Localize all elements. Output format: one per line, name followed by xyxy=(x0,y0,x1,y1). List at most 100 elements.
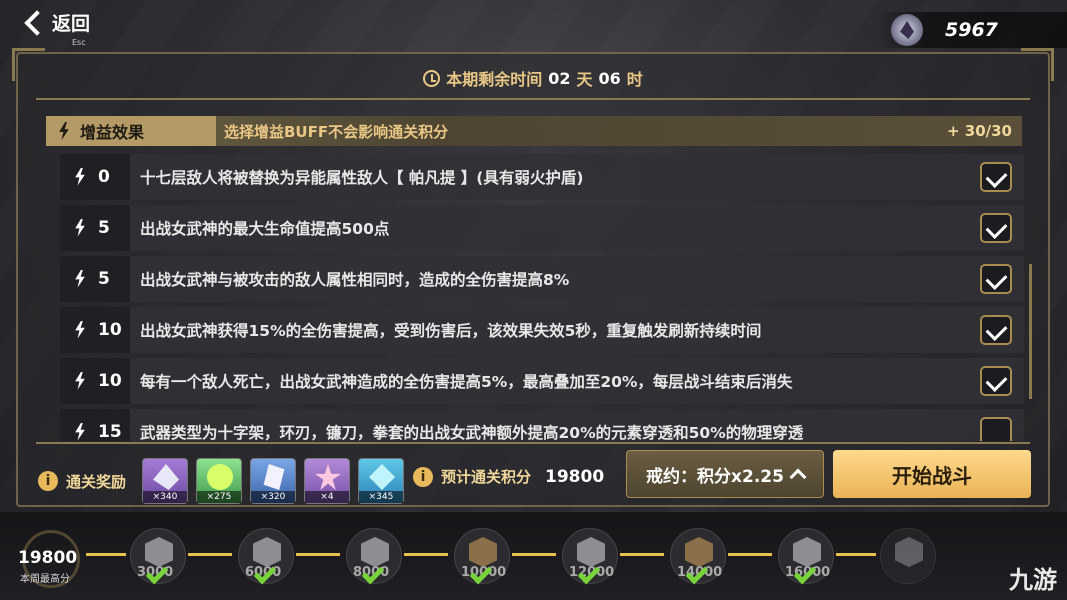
checkbox[interactable] xyxy=(980,365,1012,396)
scrollbar[interactable] xyxy=(1029,264,1032,399)
buff-text: 武器类型为十字架，环刃，镰刀，拳套的出战女武神额外提高20%的元素穿透和50%的… xyxy=(130,408,968,441)
checkbox[interactable] xyxy=(980,314,1012,345)
buff-row[interactable]: 10 每有一个敌人死亡，出战女武神造成的全伤害提高5%，最高叠加至20%，每层战… xyxy=(60,355,1024,406)
checkbox[interactable] xyxy=(980,212,1012,243)
buff-cost: 5 xyxy=(60,255,130,302)
buff-cost-value: 10 xyxy=(98,319,122,340)
checkbox[interactable] xyxy=(980,161,1012,192)
milestone-node[interactable]: 16000 xyxy=(778,528,834,585)
reward-item[interactable]: ×4 xyxy=(304,458,351,504)
rewards-label: 通关奖励 xyxy=(66,472,127,491)
buff-cost-value: 0 xyxy=(98,166,110,187)
reward-qty: ×345 xyxy=(359,491,404,503)
buff-row[interactable]: 0 十七层敌人将被替换为异能属性敌人【 帕凡提 】(具有弱火护盾) xyxy=(60,151,1024,202)
milestone-node[interactable]: 10000 xyxy=(454,528,510,585)
milestone-node[interactable]: 8000 xyxy=(346,528,402,585)
buff-cost: 10 xyxy=(60,306,130,353)
back-hint: Esc xyxy=(72,38,86,47)
milestone-node[interactable]: 12000 xyxy=(562,528,618,585)
milestone-node[interactable]: 14000 xyxy=(670,528,726,585)
buff-row[interactable]: 10 出战女武神获得15%的全伤害提高，受到伤害后，该效果失效5秒，重复触发刷新… xyxy=(60,304,1024,355)
checkbox[interactable] xyxy=(980,263,1012,294)
start-label: 开始战斗 xyxy=(892,463,972,488)
watermark: 九游 xyxy=(1009,566,1057,594)
green-disc-icon xyxy=(207,464,234,490)
buff-description: 选择增益BUFF不会影响通关积分 xyxy=(224,122,449,141)
buff-text: 每有一个敌人死亡，出战女武神造成的全伤害提高5%，最高叠加至20%，每层战斗结束… xyxy=(130,357,968,404)
buff-row[interactable]: 15 武器类型为十字架，环刃，镰刀，拳套的出战女武神额外提高20%的元素穿透和5… xyxy=(60,406,1024,441)
track-line xyxy=(728,553,772,556)
buff-header: 增益效果 选择增益BUFF不会影响通关积分 + 30/30 xyxy=(46,116,1022,146)
buff-title-tab: 增益效果 xyxy=(46,116,216,146)
chevron-up-icon xyxy=(789,468,807,486)
currency-value: 5967 xyxy=(945,19,998,41)
buff-cost: 15 xyxy=(60,408,130,442)
timer-hour-unit: 时 xyxy=(626,70,643,89)
buff-text: 出战女武神获得15%的全伤害提高，受到伤害后，该效果失效5秒，重复触发刷新持续时… xyxy=(130,306,968,353)
divider xyxy=(36,442,1030,444)
back-button[interactable]: 返回 Esc xyxy=(22,8,91,48)
buff-cost: 5 xyxy=(60,204,130,251)
bolt-icon xyxy=(75,422,85,441)
rewards-section: i 通关奖励 ×340 ×275 ×320 ×4 ×345 xyxy=(38,458,405,504)
timer-label: 本期剩余时间 xyxy=(446,70,543,89)
buff-checkbox-cell[interactable] xyxy=(968,204,1024,251)
bolt-icon xyxy=(75,371,85,390)
track-line xyxy=(512,553,556,556)
buff-list[interactable]: 0 十七层敌人将被替换为异能属性敌人【 帕凡提 】(具有弱火护盾) 5 出战女武… xyxy=(60,151,1024,441)
reward-qty: ×4 xyxy=(305,491,350,503)
buff-checkbox-cell[interactable] xyxy=(968,357,1024,404)
reward-item[interactable]: ×340 xyxy=(142,458,189,504)
track-line xyxy=(836,553,876,556)
timer-hours: 06 xyxy=(598,68,621,88)
buff-row[interactable]: 5 出战女武神与被攻击的敌人属性相同时，造成的全伤害提高8% xyxy=(60,253,1024,304)
crystal-icon xyxy=(891,14,923,46)
blue-crystal-icon xyxy=(369,464,396,490)
milestone-node[interactable] xyxy=(880,528,936,584)
buff-checkbox-cell[interactable] xyxy=(968,255,1024,302)
track-line xyxy=(620,553,664,556)
track-line xyxy=(86,553,126,556)
bolt-icon xyxy=(75,320,85,339)
buff-cost: 10 xyxy=(60,357,130,404)
buff-cost: 0 xyxy=(60,153,130,200)
chevron-left-icon xyxy=(22,8,42,36)
start-battle-button[interactable]: 开始战斗 xyxy=(833,450,1031,498)
chest-icon xyxy=(895,537,923,567)
clock-icon xyxy=(423,69,441,87)
pact-button[interactable]: 戒约：积分x2.25 xyxy=(626,450,824,498)
buff-checkbox-cell[interactable] xyxy=(968,408,1024,441)
buff-cost-value: 5 xyxy=(98,217,110,238)
checkbox[interactable] xyxy=(980,416,1012,441)
buff-checkbox-cell[interactable] xyxy=(968,153,1024,200)
buff-text: 出战女武神的最大生命值提高500点 xyxy=(130,204,968,251)
back-label: 返回 xyxy=(52,12,91,35)
buff-count: + 30/30 xyxy=(946,122,1012,140)
milestone-node[interactable]: 3000 xyxy=(130,528,186,585)
reward-item[interactable]: ×275 xyxy=(196,458,243,504)
buff-cost-value: 15 xyxy=(98,421,122,442)
buff-text: 十七层敌人将被替换为异能属性敌人【 帕凡提 】(具有弱火护盾) xyxy=(130,153,968,200)
milestone-node[interactable]: 6000 xyxy=(238,528,294,585)
timer-day-unit: 天 xyxy=(576,70,593,89)
buff-text: 出战女武神与被攻击的敌人属性相同时，造成的全伤害提高8% xyxy=(130,255,968,302)
buff-title: 增益效果 xyxy=(80,123,145,142)
weekly-best: 19800 本周最高分 xyxy=(14,530,84,590)
bolt-icon xyxy=(75,269,85,288)
reward-item[interactable]: ×345 xyxy=(358,458,405,504)
reward-item[interactable]: ×320 xyxy=(250,458,297,504)
reward-qty: ×320 xyxy=(251,491,296,503)
pact-label: 戒约：积分x2.25 xyxy=(646,466,784,487)
bolt-icon xyxy=(75,218,85,237)
info-icon[interactable]: i xyxy=(38,471,58,491)
buff-checkbox-cell[interactable] xyxy=(968,306,1024,353)
track-line xyxy=(296,553,340,556)
reward-qty: ×340 xyxy=(143,491,188,503)
buff-panel: 本期剩余时间 02 天 06 时 增益效果 选择增益BUFF不会影响通关积分 +… xyxy=(12,48,1054,507)
best-label: 本周最高分 xyxy=(20,574,70,585)
bolt-icon xyxy=(59,122,69,140)
buff-row[interactable]: 5 出战女武神的最大生命值提高500点 xyxy=(60,202,1024,253)
info-icon[interactable]: i xyxy=(413,466,433,487)
score-label: 预计通关积分 xyxy=(441,468,532,486)
currency-display: 5967 xyxy=(877,12,1067,48)
